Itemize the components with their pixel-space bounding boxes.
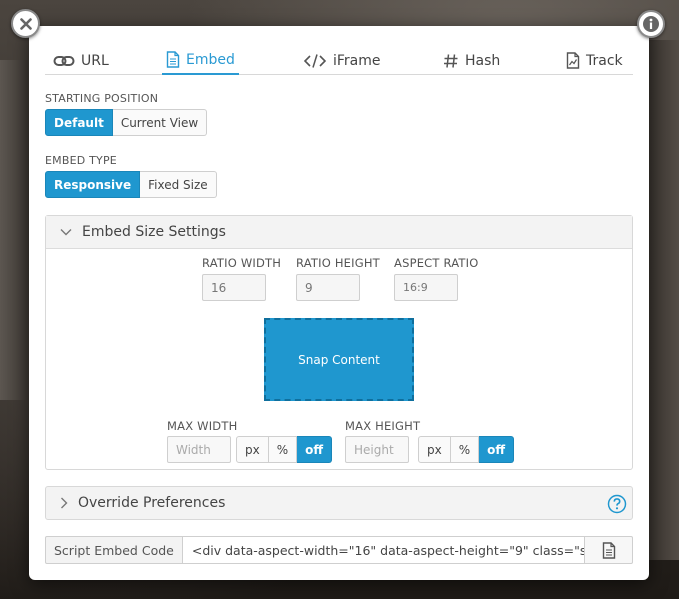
embed-size-settings-title: Embed Size Settings [82,224,226,240]
tab-track[interactable]: Track [566,46,623,75]
script-embed-code-row: Script Embed Code <div data-aspect-width… [45,536,633,564]
starting-position-label: STARTING POSITION [45,92,159,105]
max-height-input[interactable]: Height [345,436,409,463]
starting-position-default-button[interactable]: Default [45,109,113,136]
ratio-width-input[interactable]: 16 [202,274,266,301]
max-height-percent-button[interactable]: % [450,436,480,463]
max-width-off-button[interactable]: off [297,436,333,463]
max-height-unit-toggle: px % off [418,436,515,463]
info-icon [643,16,659,32]
copy-embed-code-button[interactable] [585,536,633,564]
ratio-height-label: RATIO HEIGHT [296,256,380,270]
tab-embed[interactable]: Embed [162,46,239,75]
info-button[interactable] [637,10,665,38]
tab-hash-label: Hash [465,52,501,69]
script-embed-code-label: Script Embed Code [45,536,183,564]
aspect-ratio-input: 16:9 [394,274,458,301]
max-height-label: MAX HEIGHT [345,419,421,433]
tab-url-label: URL [81,52,109,69]
tab-embed-label: Embed [186,51,235,68]
share-modal: URL Embed iFrame Hash Track STARTING POS… [29,26,649,580]
max-width-percent-button[interactable]: % [268,436,298,463]
close-icon [19,17,32,30]
embed-type-responsive-button[interactable]: Responsive [45,171,141,198]
embed-type-label: EMBED TYPE [45,154,117,167]
tab-bar: URL Embed iFrame Hash Track [45,46,633,75]
link-icon [53,55,75,66]
snap-content-preview: Snap Content [264,318,414,401]
aspect-ratio-label: ASPECT RATIO [394,256,479,270]
script-embed-code-field[interactable]: <div data-aspect-width="16" data-aspect-… [182,536,585,564]
max-width-unit-toggle: px % off [236,436,333,463]
document-icon [602,541,615,559]
ratio-height-input[interactable]: 9 [296,274,360,301]
snap-content-text: Snap Content [298,352,380,367]
override-preferences-header[interactable]: Override Preferences [45,486,633,520]
embed-type-toggle: Responsive Fixed Size [45,171,217,198]
chevron-down-icon [60,229,72,236]
help-icon[interactable] [607,494,627,514]
max-width-px-button[interactable]: px [236,436,269,463]
close-button[interactable] [11,9,40,38]
tab-iframe[interactable]: iFrame [303,46,381,75]
max-width-label: MAX WIDTH [167,419,238,433]
starting-position-toggle: Default Current View [45,109,208,136]
embed-size-settings-panel: Embed Size Settings RATIO WIDTH 16 RATIO… [45,215,633,470]
document-icon [166,51,180,68]
max-width-input[interactable]: Width [167,436,231,463]
embed-size-settings-header[interactable]: Embed Size Settings [46,216,632,249]
tab-hash[interactable]: Hash [443,46,500,75]
max-height-px-button[interactable]: px [418,436,451,463]
chevron-right-icon [61,497,68,509]
file-chart-icon [566,52,580,69]
tab-iframe-label: iFrame [333,52,381,69]
max-height-off-button[interactable]: off [479,436,515,463]
tab-track-label: Track [586,52,623,69]
code-icon [303,53,327,68]
tab-url[interactable]: URL [53,46,109,75]
override-preferences-title: Override Preferences [78,495,226,511]
hash-icon [444,53,458,68]
ratio-width-label: RATIO WIDTH [202,256,282,270]
starting-position-current-view-button[interactable]: Current View [112,109,208,136]
embed-type-fixed-size-button[interactable]: Fixed Size [140,171,217,198]
